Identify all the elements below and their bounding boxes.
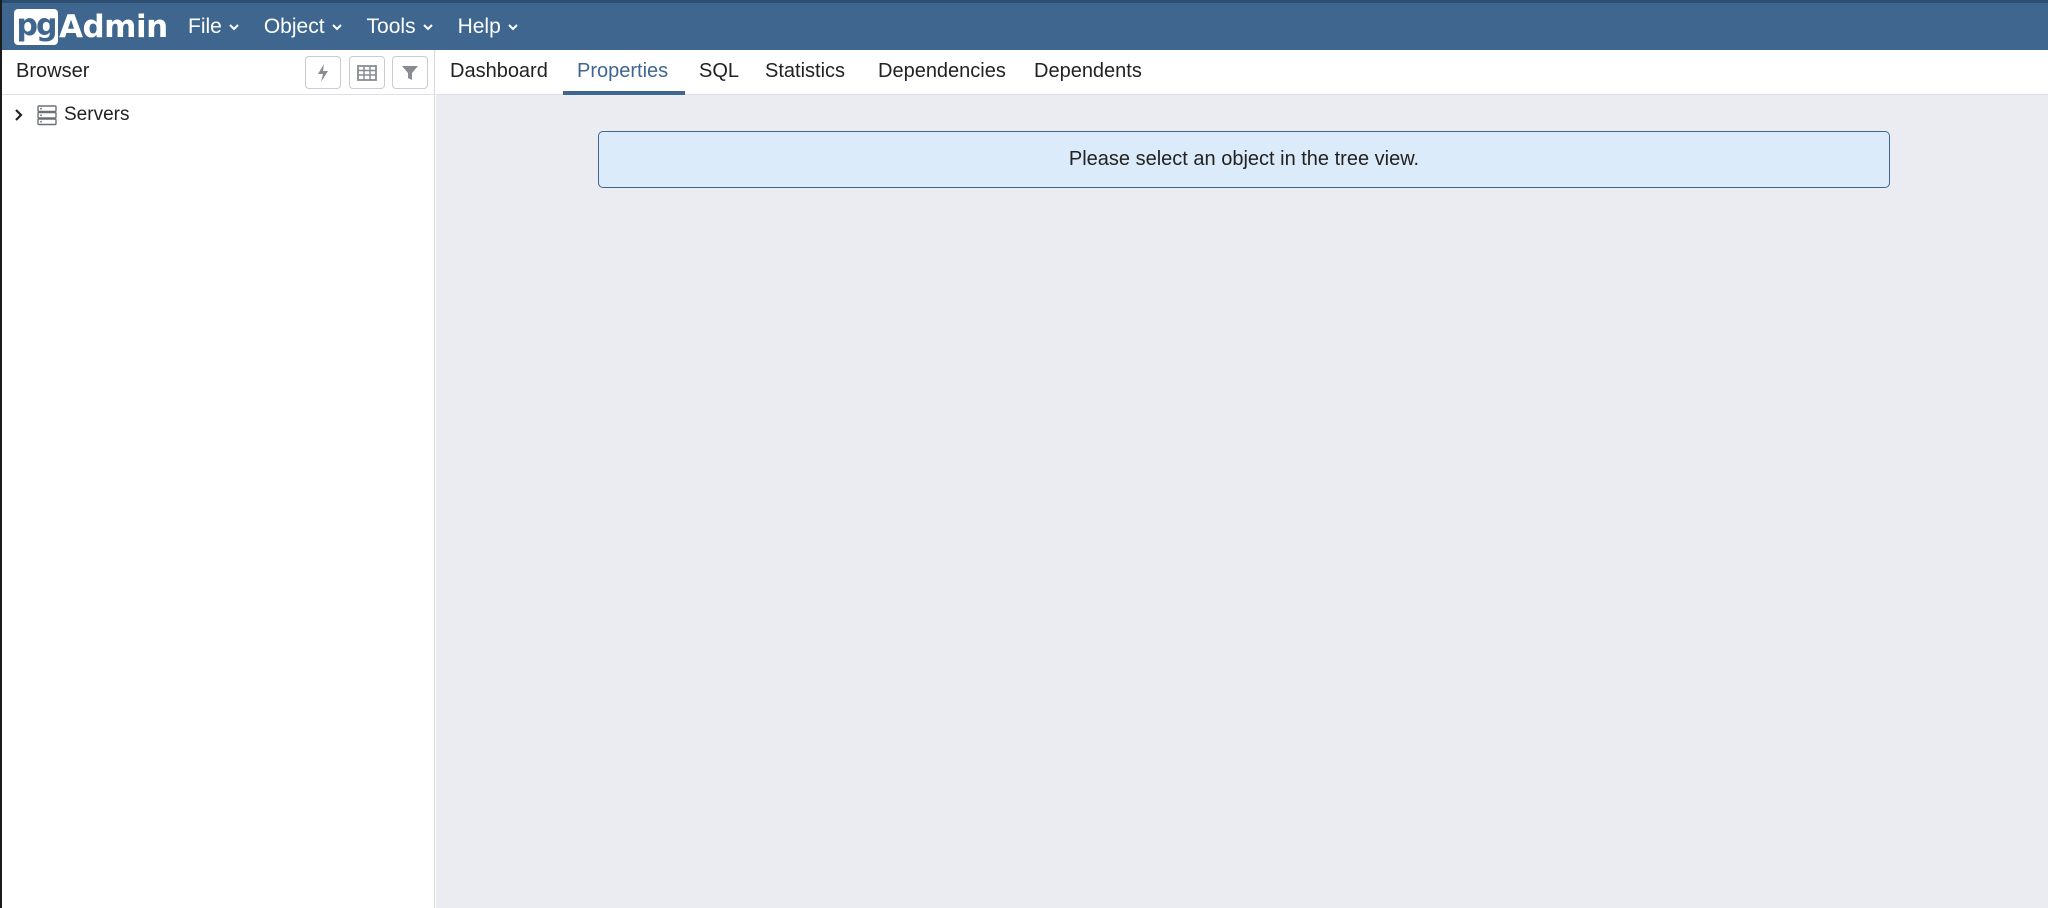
filter-icon: [402, 65, 418, 80]
menu-tools[interactable]: Tools: [367, 15, 434, 39]
pgadmin-logo[interactable]: pg Admin: [14, 9, 168, 45]
tree-node-servers[interactable]: Servers: [12, 102, 129, 128]
menu-object[interactable]: Object: [264, 15, 343, 39]
menu-object-label: Object: [263, 14, 325, 38]
tab-properties[interactable]: Properties: [577, 60, 668, 83]
tree-node-label: Servers: [64, 104, 130, 125]
server-group-icon: [37, 105, 57, 126]
pgadmin-app: pg Admin File Object Tools Help Browser …: [0, 0, 2048, 908]
browser-header: Browser: [2, 50, 434, 95]
main-menu: File Object Tools Help: [188, 3, 543, 50]
main-panel: Dashboard Properties SQL Statistics Depe…: [436, 50, 2048, 908]
tab-dependencies[interactable]: Dependencies: [878, 60, 1006, 83]
logo-pg-mark: pg: [14, 9, 58, 45]
tab-statistics[interactable]: Statistics: [765, 60, 845, 83]
menu-help-label: Help: [457, 14, 501, 38]
chevron-down-icon: [331, 23, 342, 30]
menu-file-label: File: [188, 14, 222, 38]
select-object-message: Please select an object in the tree view…: [598, 131, 1890, 188]
filter-button[interactable]: [392, 56, 428, 89]
top-navbar: pg Admin File Object Tools Help: [2, 0, 2048, 50]
tab-dashboard[interactable]: Dashboard: [450, 60, 548, 83]
menu-file[interactable]: File: [188, 15, 240, 39]
chevron-right-icon[interactable]: [12, 108, 26, 122]
chevron-down-icon: [508, 23, 518, 30]
tab-sql[interactable]: SQL: [699, 60, 739, 83]
chevron-down-icon: [229, 23, 239, 30]
browser-panel: Browser Servers: [2, 50, 435, 908]
query-tool-button[interactable]: [305, 56, 341, 89]
logo-admin-text: Admin: [59, 9, 168, 45]
menu-help[interactable]: Help: [458, 15, 519, 39]
view-data-icon: [357, 64, 377, 81]
menu-tools-label: Tools: [366, 14, 416, 38]
tab-bar: Dashboard Properties SQL Statistics Depe…: [436, 50, 2048, 95]
view-data-button[interactable]: [349, 56, 385, 89]
query-tool-icon: [318, 63, 328, 82]
chevron-down-icon: [422, 23, 433, 30]
tab-dependents[interactable]: Dependents: [1034, 60, 1142, 83]
browser-title: Browser: [16, 60, 90, 82]
active-tab-indicator: [563, 91, 685, 95]
